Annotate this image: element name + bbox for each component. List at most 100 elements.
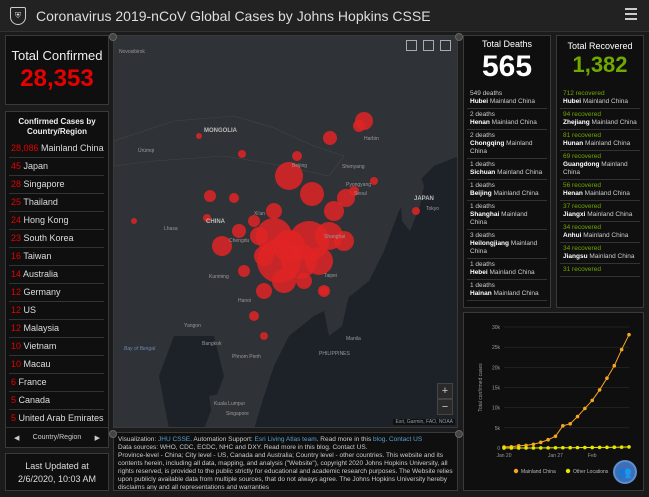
total-deaths-list-item[interactable]: 549 deaths Hubei Mainland China: [467, 88, 547, 109]
country-list-item[interactable]: 5 Canada: [9, 392, 104, 410]
data-point[interactable]: [597, 388, 602, 392]
case-bubble[interactable]: [296, 273, 312, 289]
case-bubble[interactable]: [254, 246, 274, 266]
data-point[interactable]: [546, 446, 550, 450]
total-deaths-list-item[interactable]: 3 deaths Heilongjiang Mainland China: [467, 230, 547, 259]
case-bubble[interactable]: [260, 332, 268, 340]
country-region-tab[interactable]: Country/Region: [33, 434, 82, 441]
total-deaths-list-item[interactable]: 2 deaths Chongqing Mainland China: [467, 130, 547, 159]
help-icon[interactable]: 👥: [613, 460, 637, 484]
data-point[interactable]: [619, 347, 624, 352]
data-point[interactable]: [568, 422, 572, 426]
panel-handle[interactable]: [455, 430, 463, 438]
data-point[interactable]: [531, 446, 536, 450]
recovered-list[interactable]: 712 recovered Hubei Mainland China 94 reco…: [560, 88, 640, 304]
total-recovered-list-item[interactable]: 94 recovered Zhejiang Mainland China: [560, 109, 640, 130]
data-point[interactable]: [561, 445, 565, 450]
case-bubble[interactable]: [238, 150, 246, 158]
case-bubble[interactable]: [196, 133, 202, 139]
case-bubble[interactable]: [266, 203, 282, 219]
data-point[interactable]: [546, 437, 550, 442]
chevron-left-icon[interactable]: ◀: [14, 434, 19, 442]
country-list-item[interactable]: 10 Vietnam: [9, 338, 104, 356]
data-point[interactable]: [605, 376, 609, 381]
case-bubble[interactable]: [131, 218, 137, 224]
total-recovered-list-item[interactable]: 81 recovered Hunan Mainland China: [560, 130, 640, 151]
bookmark-icon[interactable]: [406, 40, 417, 51]
data-point[interactable]: [575, 445, 580, 450]
country-list-item[interactable]: 5 United Arab Emirates: [9, 410, 104, 427]
case-bubble[interactable]: [320, 287, 328, 295]
total-deaths-list-item[interactable]: 1 deaths Beijing Mainland China: [467, 180, 547, 201]
country-list-item[interactable]: 28,086 Mainland China: [9, 140, 104, 158]
case-bubble[interactable]: [323, 131, 337, 145]
country-list-item[interactable]: 28 Singapore: [9, 176, 104, 194]
data-point[interactable]: [619, 445, 624, 449]
zoom-in-button[interactable]: +: [437, 383, 453, 399]
case-bubble[interactable]: [272, 269, 296, 293]
data-point[interactable]: [627, 332, 631, 337]
total-deaths-list-item[interactable]: 1 deaths Sichuan Mainland China: [467, 159, 547, 180]
country-list-item[interactable]: 12 Malaysia: [9, 320, 104, 338]
data-point[interactable]: [561, 424, 565, 428]
total-deaths-list-item[interactable]: 2 deaths Henan Mainland China: [467, 109, 547, 130]
total-recovered-list-item[interactable]: 34 recovered Anhui Mainland China: [560, 222, 640, 243]
data-point[interactable]: [590, 445, 595, 450]
case-bubble[interactable]: [353, 120, 365, 132]
total-deaths-list-item[interactable]: 1 deaths Hainan Mainland China: [467, 280, 547, 301]
data-point[interactable]: [502, 446, 506, 450]
total-recovered-list-item[interactable]: 712 recovered Hubei Mainland China: [560, 88, 640, 109]
case-bubble[interactable]: [412, 207, 420, 215]
legend-icon[interactable]: [423, 40, 434, 51]
contact-link[interactable]: Contact US: [389, 436, 422, 443]
country-list-item[interactable]: 12 US: [9, 302, 104, 320]
data-point[interactable]: [575, 414, 580, 419]
data-point[interactable]: [597, 445, 602, 450]
total-recovered-list-item[interactable]: 37 recovered Jiangxi Mainland China: [560, 201, 640, 222]
country-list-item[interactable]: 6 France: [9, 374, 104, 392]
total-deaths-list-item[interactable]: 1 deaths Shanghai Mainland China: [467, 201, 547, 230]
data-point[interactable]: [605, 445, 609, 450]
case-bubble[interactable]: [229, 193, 239, 203]
case-bubble[interactable]: [232, 224, 246, 238]
case-bubble[interactable]: [300, 182, 324, 206]
zoom-out-button[interactable]: −: [437, 399, 453, 415]
case-bubble[interactable]: [292, 151, 302, 161]
data-point[interactable]: [627, 445, 631, 449]
case-bubble[interactable]: [370, 177, 378, 185]
data-point[interactable]: [553, 445, 558, 450]
data-point[interactable]: [583, 406, 587, 411]
data-point[interactable]: [612, 363, 617, 368]
data-point[interactable]: [590, 398, 595, 403]
basemap-gallery-icon[interactable]: [440, 40, 451, 51]
case-bubble[interactable]: [204, 190, 216, 202]
data-point[interactable]: [553, 434, 558, 439]
country-list-item[interactable]: 10 Macau: [9, 356, 104, 374]
deaths-list[interactable]: 549 deaths Hubei Mainland China 2 deaths He…: [467, 88, 547, 304]
country-list-item[interactable]: 16 Taiwan: [9, 248, 104, 266]
visualization-link[interactable]: JHU CSSE: [158, 436, 190, 443]
case-bubble[interactable]: [324, 201, 344, 221]
panel-handle[interactable]: [455, 33, 463, 41]
support-link[interactable]: Esri Living Atlas team: [255, 436, 317, 443]
case-bubble[interactable]: [256, 283, 272, 299]
case-bubble[interactable]: [238, 265, 250, 277]
data-point[interactable]: [568, 445, 572, 450]
country-list-item[interactable]: 25 Thailand: [9, 194, 104, 212]
data-point[interactable]: [509, 446, 514, 450]
data-point[interactable]: [612, 445, 617, 450]
map-panel[interactable]: Novosibirsk MONGOLIA CHINA JAPAN Bay of …: [113, 35, 458, 428]
total-recovered-list-item[interactable]: 56 recovered Henan Mainland China: [560, 180, 640, 201]
data-point[interactable]: [538, 440, 543, 445]
total-recovered-list-item[interactable]: 69 recovered Guangdong Mainland China: [560, 151, 640, 180]
country-list-item[interactable]: 45 Japan: [9, 158, 104, 176]
panel-handle[interactable]: [109, 33, 117, 41]
read-more-link[interactable]: blog: [373, 436, 385, 443]
data-point[interactable]: [524, 446, 528, 450]
data-point[interactable]: [516, 446, 521, 450]
country-list-item[interactable]: 24 Hong Kong: [9, 212, 104, 230]
map-canvas[interactable]: [114, 36, 458, 428]
country-list-item[interactable]: 14 Australia: [9, 266, 104, 284]
data-point[interactable]: [538, 446, 543, 450]
panel-handle[interactable]: [109, 430, 117, 438]
